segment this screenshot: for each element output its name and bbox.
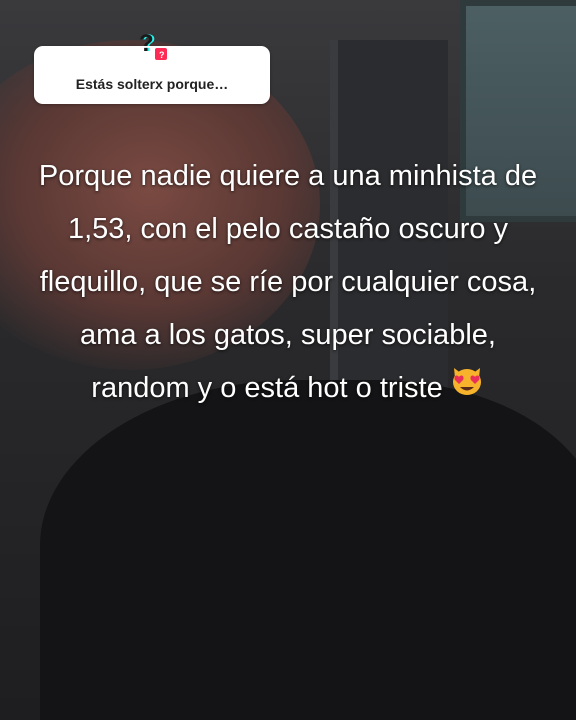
svg-text:?: ? — [159, 50, 165, 60]
heart-eyes-cat-icon — [449, 362, 485, 416]
question-mark-icon: ? ? ? — [139, 30, 167, 60]
background-shirt — [40, 380, 576, 720]
question-text: Estás solterx porque… — [75, 76, 229, 92]
caption-text-block: Porque nadie quiere a una minhista de 1,… — [30, 150, 546, 416]
svg-text:?: ? — [139, 30, 154, 57]
